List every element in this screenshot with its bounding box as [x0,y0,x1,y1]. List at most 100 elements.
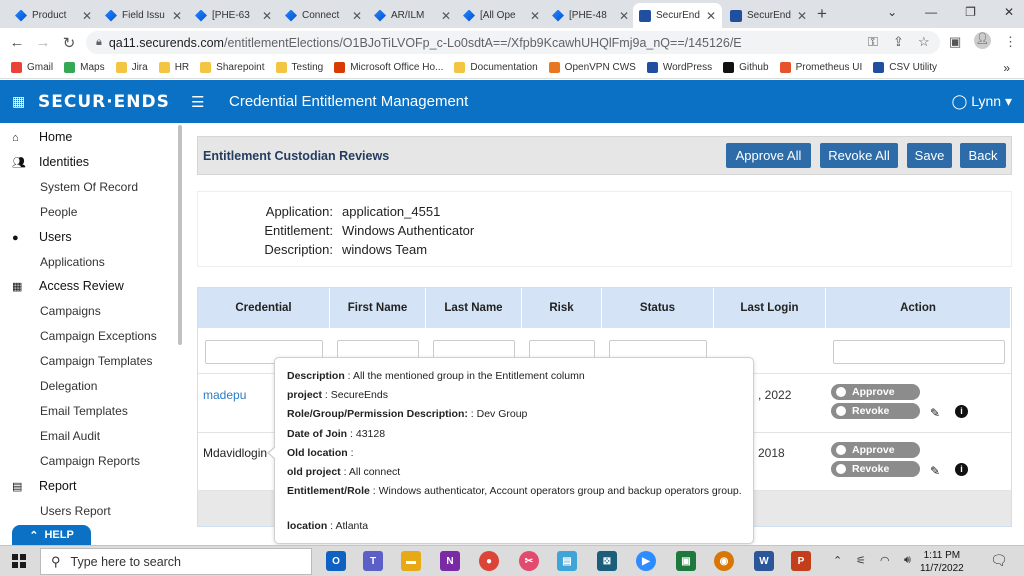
sidebar-item[interactable]: Campaigns [40,304,101,318]
back-button[interactable]: Back [960,143,1006,168]
column-header[interactable]: Action [826,288,1011,328]
bookmark-item[interactable]: Gmail [11,62,53,73]
sidebar-item[interactable]: Delegation [40,379,97,393]
vpn-icon[interactable]: ▣ [676,551,696,571]
restore-icon[interactable]: ❐ [965,5,976,19]
revoke-toggle[interactable]: Revoke [831,461,920,477]
menu-icon[interactable]: ☰ [191,93,204,111]
volume-icon[interactable]: 🔊︎ [904,554,911,567]
close-tab-icon[interactable]: ✕ [82,9,92,23]
bookmark-item[interactable]: Maps [64,62,105,73]
sidebar-item[interactable]: Users Report [40,504,111,518]
browser-tab[interactable]: SecurEnd ✕ [633,3,722,28]
more-options-icon[interactable]: ⋮ [1004,34,1017,50]
reload-icon[interactable]: ↻ [56,34,82,52]
teams-icon[interactable]: T [363,551,383,571]
powerpoint-icon[interactable]: P [791,551,811,571]
column-header[interactable]: Last Login [714,288,826,328]
apps-grid-icon[interactable]: ▦ [12,93,28,110]
info-icon[interactable]: i [955,405,968,418]
credential-cell[interactable]: Mdavidlogin [203,446,267,460]
star-icon[interactable]: ☆ [918,34,930,50]
save-button[interactable]: Save [907,143,952,168]
key-icon[interactable]: ⚿ [868,34,878,50]
onenote-icon[interactable]: N [440,551,460,571]
approve-toggle[interactable]: Approve [831,442,920,458]
bookmark-item[interactable]: WordPress [646,62,712,73]
openvpn-icon[interactable]: ◉ [714,551,734,571]
info-icon[interactable]: i [955,463,968,476]
bookmark-item[interactable]: CSV Utility [873,62,937,73]
browser-tab[interactable]: Connect ✕ [279,3,368,28]
sidebar-item[interactable]: ⌂ Home [0,130,72,144]
approve-toggle[interactable]: Approve [831,384,920,400]
taskbar-search[interactable]: ⚲ Type here to search [40,548,312,575]
bookmark-item[interactable]: Documentation [454,62,538,73]
edit-icon[interactable]: ✎ [930,464,940,478]
bookmark-item[interactable]: HR [158,62,189,73]
notifications-icon[interactable]: 🗨︎ [990,552,1008,569]
help-button[interactable]: ⌃ HELP [12,525,91,545]
chevron-up-icon[interactable]: ⌃ [833,554,842,567]
close-tab-icon[interactable]: ✕ [352,9,362,23]
outlook-icon[interactable]: O [326,551,346,571]
sidebar-item[interactable]: Campaign Reports [40,454,140,468]
file-explorer-icon[interactable]: ▬ [401,551,421,571]
browser-tab[interactable]: [PHE-48 ✕ [546,3,635,28]
approve-all-button[interactable]: Approve All [726,143,811,168]
minimize-icon[interactable]: — [925,5,937,19]
close-tab-icon[interactable]: ✕ [262,9,272,23]
chrome-icon[interactable]: ● [479,551,499,571]
browser-tab[interactable]: [PHE-63 ✕ [189,3,278,28]
close-tab-icon[interactable]: ✕ [172,9,182,23]
word-icon[interactable]: W [754,551,774,571]
sidebar-item[interactable]: System Of Record [40,180,138,194]
zoom-icon[interactable]: ▶ [636,551,656,571]
browser-tab[interactable]: Field Issu ✕ [99,3,188,28]
sidebar-item[interactable]: People [40,205,77,219]
close-tab-icon[interactable]: ✕ [797,9,807,23]
close-icon[interactable]: ✕ [1004,5,1014,19]
share-icon[interactable]: ⇪ [893,34,904,50]
bookmark-item[interactable]: Jira [115,62,148,73]
sidebar-item[interactable]: ▦ Access Review [0,279,124,293]
side-panel-icon[interactable]: ▣ [949,34,961,50]
edit-icon[interactable]: ✎ [930,406,940,420]
system-clock[interactable]: 1:11 PM 11/7/2022 [920,549,964,575]
sidebar-item[interactable]: Campaign Templates [40,354,153,368]
bookmark-item[interactable]: Microsoft Office Ho... [334,62,443,73]
bookmark-item[interactable]: Sharepoint [200,62,265,73]
logo[interactable]: SECUR·ENDS [38,92,170,112]
bookmark-item[interactable]: Testing [275,62,323,73]
network-icon[interactable]: ⚟ [856,554,866,567]
sidebar-item[interactable]: Applications [40,255,105,269]
photos-icon[interactable]: ▤ [557,551,577,571]
column-header[interactable]: Status [602,288,714,328]
new-tab-button[interactable]: + [817,4,827,24]
sidebar-scrollbar[interactable] [178,125,182,345]
sidebar-item[interactable]: 👥︎ Identities [0,155,89,169]
column-header[interactable]: Risk [522,288,602,328]
column-header[interactable]: First Name [330,288,426,328]
close-tab-icon[interactable]: ✕ [441,9,451,23]
column-header[interactable]: Last Name [426,288,522,328]
action-filter[interactable] [833,340,1005,364]
wifi-icon[interactable]: ◠ [880,554,890,567]
revoke-all-button[interactable]: Revoke All [820,143,898,168]
url-field[interactable]: 🔒︎ qa11.securends.com/entitlementElectio… [86,31,940,54]
sidebar-item[interactable]: Email Audit [40,429,100,443]
sidebar-item[interactable]: ● Users [0,230,72,244]
credential-cell[interactable]: madepu [203,388,246,402]
remote-desktop-icon[interactable]: ⊠ [597,551,617,571]
sidebar-item[interactable]: Email Templates [40,404,128,418]
user-menu[interactable]: ◯ Lynn ▾ [952,93,1012,110]
snipping-tool-icon[interactable]: ✂ [519,551,539,571]
browser-tab[interactable]: Product ✕ [9,3,98,28]
bookmark-item[interactable]: OpenVPN CWS [548,62,636,73]
bookmark-item[interactable]: Github [723,62,769,73]
sidebar-item[interactable]: Campaign Exceptions [40,329,157,343]
revoke-toggle[interactable]: Revoke [831,403,920,419]
column-header[interactable]: Credential [198,288,330,328]
windows-start-icon[interactable] [12,554,26,568]
browser-tab[interactable]: SecurEnd ✕ [724,3,813,28]
